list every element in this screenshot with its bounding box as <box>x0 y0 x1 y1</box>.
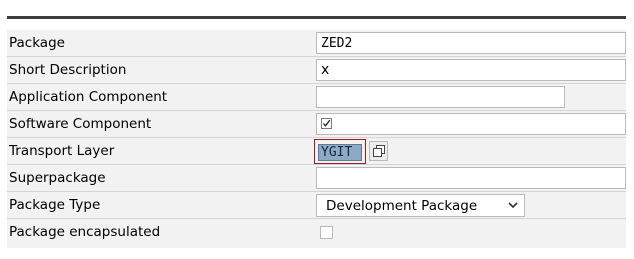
label-package-type: Package Type <box>9 197 101 213</box>
checkmark-icon <box>323 119 331 127</box>
value-help-button[interactable] <box>369 141 388 161</box>
chevron-down-icon <box>508 202 518 209</box>
software-component-field[interactable] <box>316 113 626 135</box>
row-application-component: Application Component <box>7 84 626 111</box>
package-form: Package ZED2 Short Description x Applica… <box>7 30 626 248</box>
transport-layer-selected[interactable]: YGIT <box>318 144 362 161</box>
transport-layer-focus-frame: YGIT <box>314 139 366 164</box>
row-superpackage: Superpackage <box>7 165 626 192</box>
label-superpackage: Superpackage <box>9 170 106 186</box>
application-component-field[interactable] <box>316 86 565 108</box>
package-type-value: Development Package <box>326 198 478 214</box>
package-encapsulated-checkbox[interactable] <box>320 226 333 239</box>
transport-layer-field[interactable]: YGIT <box>313 138 368 165</box>
package-type-dropdown[interactable]: Development Package <box>316 194 525 217</box>
label-short-description: Short Description <box>9 62 127 78</box>
label-software-component: Software Component <box>9 116 152 132</box>
row-short-description: Short Description x <box>7 57 626 84</box>
software-component-checkbox[interactable] <box>321 118 332 129</box>
label-transport-layer: Transport Layer <box>9 143 115 159</box>
row-package: Package ZED2 <box>7 30 626 57</box>
label-application-component: Application Component <box>9 89 168 105</box>
row-software-component: Software Component <box>7 111 626 138</box>
row-package-encapsulated: Package encapsulated <box>7 219 626 246</box>
transport-layer-value: YGIT <box>321 145 353 160</box>
short-description-value: x <box>321 62 330 78</box>
label-package: Package <box>9 35 65 51</box>
row-transport-layer: Transport Layer YGIT <box>7 138 626 165</box>
row-package-type: Package Type Development Package <box>7 192 626 219</box>
short-description-field[interactable]: x <box>316 59 626 81</box>
package-field[interactable]: ZED2 <box>316 32 626 54</box>
header-separator <box>7 16 626 19</box>
package-value: ZED2 <box>321 36 353 51</box>
value-help-icon <box>373 145 385 157</box>
label-package-encapsulated: Package encapsulated <box>9 224 161 240</box>
superpackage-field[interactable] <box>316 167 626 189</box>
